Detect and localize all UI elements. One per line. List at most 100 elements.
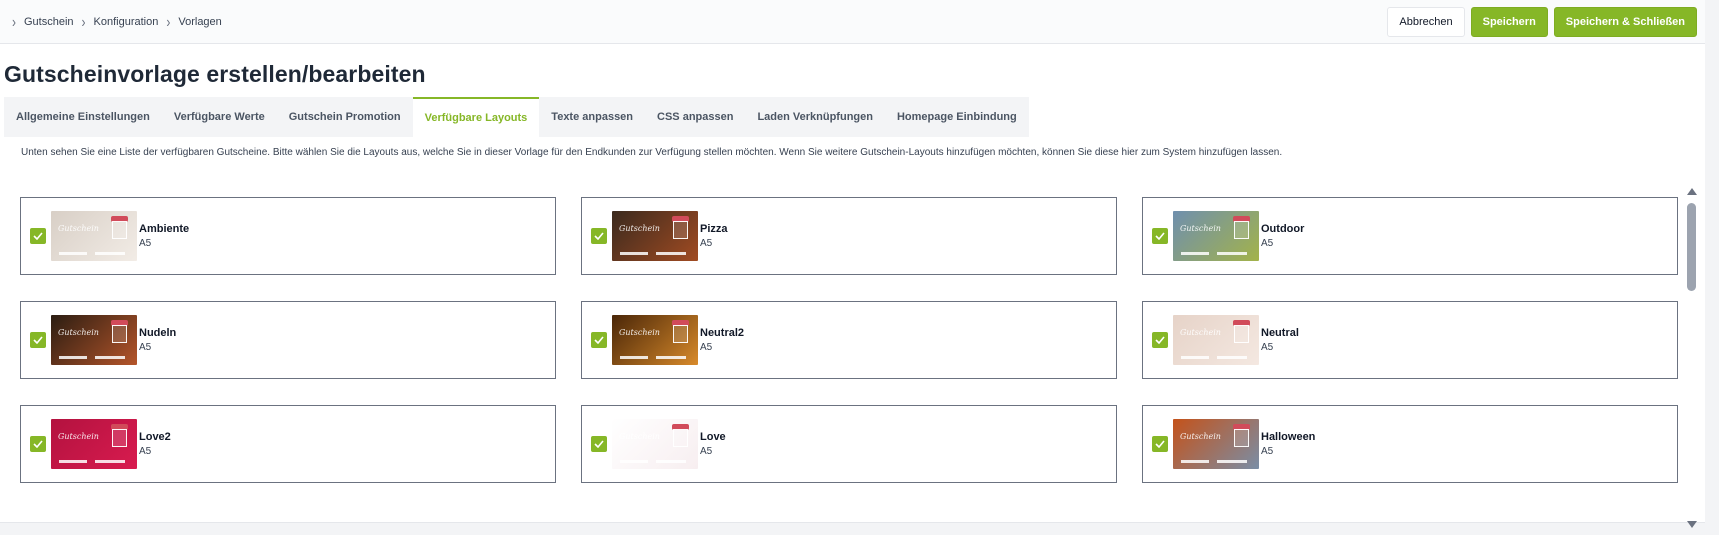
thumbnail-script-text: Gutschein <box>1180 432 1221 441</box>
gift-tag-icon <box>112 325 127 343</box>
layout-checkbox[interactable] <box>30 228 46 244</box>
chevron-right-icon: › <box>81 12 86 31</box>
layout-thumbnail: Gutschein <box>51 419 137 469</box>
layout-thumbnail: Gutschein <box>51 315 137 365</box>
layout-card[interactable]: Gutschein Outdoor A5 <box>1142 197 1678 275</box>
layout-format: A5 <box>139 237 152 249</box>
layout-format: A5 <box>139 341 152 353</box>
thumbnail-field-line <box>620 252 648 255</box>
layout-thumbnail: Gutschein <box>1173 419 1259 469</box>
breadcrumb-item-gutschein[interactable]: Gutschein <box>24 16 74 28</box>
layout-checkbox[interactable] <box>591 436 607 452</box>
layout-meta: Neutral A5 <box>1261 326 1299 355</box>
tab-verfuegbare-layouts[interactable]: Verfügbare Layouts <box>412 97 540 137</box>
intro-text: Unten sehen Sie eine Liste der verfügbar… <box>21 147 1283 158</box>
layout-card[interactable]: Gutschein Ambiente A5 <box>20 197 556 275</box>
layout-card[interactable]: Gutschein Halloween A5 <box>1142 405 1678 483</box>
layout-name: Pizza <box>700 222 728 235</box>
gift-tag-icon <box>673 325 688 343</box>
layout-meta: Ambiente A5 <box>139 222 189 251</box>
thumbnail-field-line <box>620 460 648 463</box>
layout-name: Ambiente <box>139 222 190 235</box>
cancel-button[interactable]: Abbrechen <box>1387 6 1465 37</box>
thumbnail-field-line <box>1217 252 1247 255</box>
layout-format: A5 <box>139 445 152 457</box>
tab-allgemeine-einstellungen[interactable]: Allgemeine Einstellungen <box>4 97 162 137</box>
gift-tag-icon <box>673 429 688 447</box>
layout-name: Love2 <box>139 430 171 443</box>
layout-card[interactable]: Gutschein Neutral A5 <box>1142 301 1678 379</box>
gift-tag-icon <box>112 221 127 239</box>
layout-checkbox[interactable] <box>1152 436 1168 452</box>
layout-name: Nudeln <box>139 326 177 339</box>
thumbnail-field-line <box>1181 356 1209 359</box>
layout-format: A5 <box>700 445 713 457</box>
chevron-right-icon: › <box>12 12 16 31</box>
thumbnail-field-line <box>1217 356 1247 359</box>
layout-name: Halloween <box>1261 430 1316 443</box>
thumbnail-script-text: Gutschein <box>619 432 660 441</box>
layout-card[interactable]: Gutschein Neutral2 A5 <box>581 301 1117 379</box>
save-and-close-button[interactable]: Speichern & Schließen <box>1553 6 1697 37</box>
layout-card[interactable]: Gutschein Nudeln A5 <box>20 301 556 379</box>
layout-format: A5 <box>700 237 713 249</box>
action-bar: Abbrechen Speichern Speichern & Schließe… <box>1387 6 1697 37</box>
tab-laden-verknuepfungen[interactable]: Laden Verknüpfungen <box>745 97 885 137</box>
layout-checkbox[interactable] <box>1152 228 1168 244</box>
save-button[interactable]: Speichern <box>1470 6 1548 37</box>
layout-thumbnail: Gutschein <box>612 419 698 469</box>
breadcrumb-item-vorlagen[interactable]: Vorlagen <box>178 16 221 28</box>
checkmark-icon <box>594 336 604 344</box>
gift-tag-icon <box>1234 429 1249 447</box>
tab-verfuegbare-werte[interactable]: Verfügbare Werte <box>162 97 277 137</box>
gift-tag-icon <box>112 429 127 447</box>
thumbnail-field-line <box>1217 460 1247 463</box>
layout-checkbox[interactable] <box>1152 332 1168 348</box>
layout-card[interactable]: Gutschein Love A5 <box>581 405 1117 483</box>
layout-meta: Nudeln A5 <box>139 326 176 355</box>
scrollbar-thumb[interactable] <box>1687 203 1696 291</box>
layout-checkbox[interactable] <box>30 332 46 348</box>
tab-gutschein-promotion[interactable]: Gutschein Promotion <box>277 97 413 137</box>
thumbnail-field-line <box>95 356 125 359</box>
thumbnail-field-line <box>620 356 648 359</box>
checkmark-icon <box>1155 440 1165 448</box>
breadcrumb-item-konfiguration[interactable]: Konfiguration <box>94 16 159 28</box>
layout-meta: Outdoor A5 <box>1261 222 1304 251</box>
checkmark-icon <box>33 440 43 448</box>
thumbnail-script-text: Gutschein <box>58 432 99 441</box>
layout-meta: Neutral2 A5 <box>700 326 744 355</box>
thumbnail-field-line <box>1181 460 1209 463</box>
scroll-up-arrow-icon[interactable] <box>1687 188 1697 195</box>
scrollbar[interactable] <box>1684 188 1698 528</box>
layout-meta: Halloween A5 <box>1261 430 1315 459</box>
thumbnail-field-line <box>1181 252 1209 255</box>
layout-name: Outdoor <box>1261 222 1305 235</box>
thumbnail-script-text: Gutschein <box>58 328 99 337</box>
layout-format: A5 <box>1261 445 1274 457</box>
layout-checkbox[interactable] <box>30 436 46 452</box>
layout-name: Neutral2 <box>700 326 745 339</box>
layout-checkbox[interactable] <box>591 332 607 348</box>
checkmark-icon <box>33 232 43 240</box>
layout-name: Love <box>700 430 726 443</box>
checkmark-icon <box>1155 336 1165 344</box>
layout-meta: Love2 A5 <box>139 430 171 459</box>
chevron-right-icon: › <box>166 12 171 31</box>
thumbnail-script-text: Gutschein <box>58 224 99 233</box>
layout-card[interactable]: Gutschein Love2 A5 <box>20 405 556 483</box>
tab-homepage-einbindung[interactable]: Homepage Einbindung <box>885 97 1029 137</box>
layout-checkbox[interactable] <box>591 228 607 244</box>
layout-grid: Gutschein Ambiente A5 Gutschein Pizza A5 Gutsc… <box>20 197 1680 527</box>
thumbnail-field-line <box>656 356 686 359</box>
thumbnail-field-line <box>59 356 87 359</box>
thumbnail-field-line <box>59 460 87 463</box>
scroll-down-arrow-icon[interactable] <box>1687 521 1697 528</box>
layout-format: A5 <box>1261 341 1274 353</box>
tab-css-anpassen[interactable]: CSS anpassen <box>645 97 745 137</box>
layout-card[interactable]: Gutschein Pizza A5 <box>581 197 1117 275</box>
layout-format: A5 <box>1261 237 1274 249</box>
layout-format: A5 <box>700 341 713 353</box>
thumbnail-script-text: Gutschein <box>1180 328 1221 337</box>
tab-texte-anpassen[interactable]: Texte anpassen <box>539 97 645 137</box>
